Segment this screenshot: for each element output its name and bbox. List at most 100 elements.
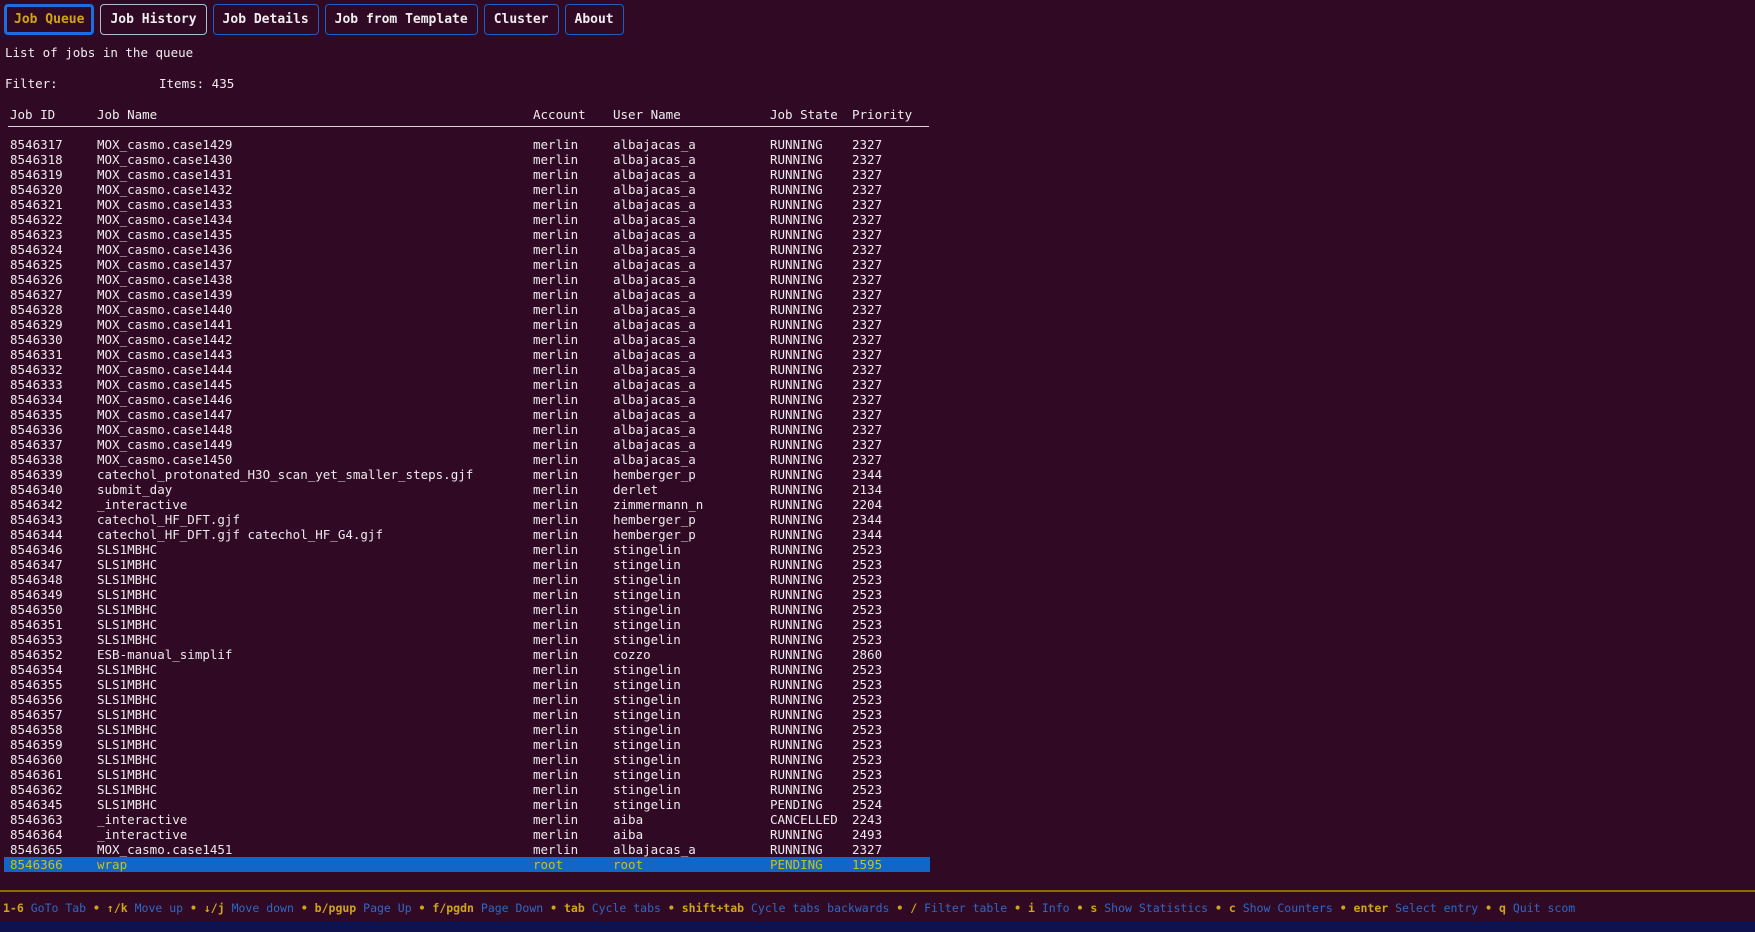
table-row[interactable]: 8546356SLS1MBHCmerlinstingelinRUNNING252… [4,692,930,707]
table-row[interactable]: 8546338MOX_casmo.case1450merlinalbajacas… [4,452,930,467]
table-row[interactable]: 8546352ESB-manual_simplifmerlincozzoRUNN… [4,647,930,662]
bullet-separator: • [1208,901,1229,915]
cell-job-state: RUNNING [770,242,823,257]
table-row[interactable]: 8546345SLS1MBHCmerlinstingelinPENDING252… [4,797,930,812]
table-row[interactable]: 8546328MOX_casmo.case1440merlinalbajacas… [4,302,930,317]
cell-job-id: 8546349 [10,587,63,602]
table-row[interactable]: 8546340submit_daymerlinderletRUNNING2134 [4,482,930,497]
table-row[interactable]: 8546332MOX_casmo.case1444merlinalbajacas… [4,362,930,377]
cell-job-name: wrap [97,857,127,872]
table-row[interactable]: 8546355SLS1MBHCmerlinstingelinRUNNING252… [4,677,930,692]
cell-account: merlin [533,347,578,362]
table-row[interactable]: 8546353SLS1MBHCmerlinstingelinRUNNING252… [4,632,930,647]
table-row[interactable]: 8546325MOX_casmo.case1437merlinalbajacas… [4,257,930,272]
bullet-separator: • [294,901,315,915]
tab-cluster[interactable]: Cluster [484,4,559,35]
cell-job-id: 8546327 [10,287,63,302]
shortcut-description: Page Up [363,901,411,915]
table-row[interactable]: 8546350SLS1MBHCmerlinstingelinRUNNING252… [4,602,930,617]
cell-job-state: RUNNING [770,662,823,677]
table-row[interactable]: 8546357SLS1MBHCmerlinstingelinRUNNING252… [4,707,930,722]
table-row[interactable]: 8546337MOX_casmo.case1449merlinalbajacas… [4,437,930,452]
table-row[interactable]: 8546364_interactivemerlinaibaRUNNING2493 [4,827,930,842]
tab-about[interactable]: About [565,4,624,35]
table-row[interactable]: 8546348SLS1MBHCmerlinstingelinRUNNING252… [4,572,930,587]
cell-account: merlin [533,587,578,602]
table-row[interactable]: 8546362SLS1MBHCmerlinstingelinRUNNING252… [4,782,930,797]
table-row[interactable]: 8546322MOX_casmo.case1434merlinalbajacas… [4,212,930,227]
table-row[interactable]: 8546361SLS1MBHCmerlinstingelinRUNNING252… [4,767,930,782]
table-row[interactable]: 8546334MOX_casmo.case1446merlinalbajacas… [4,392,930,407]
tab-job-details[interactable]: Job Details [213,4,319,35]
table-row[interactable]: 8546330MOX_casmo.case1442merlinalbajacas… [4,332,930,347]
cell-job-name: MOX_casmo.case1429 [97,137,232,152]
items-count: Items: 435 [159,76,234,91]
table-row[interactable]: 8546331MOX_casmo.case1443merlinalbajacas… [4,347,930,362]
cell-job-id: 8546358 [10,722,63,737]
table-row[interactable]: 8546354SLS1MBHCmerlinstingelinRUNNING252… [4,662,930,677]
table-row[interactable]: 8546336MOX_casmo.case1448merlinalbajacas… [4,422,930,437]
table-row[interactable]: 8546323MOX_casmo.case1435merlinalbajacas… [4,227,930,242]
cell-user-name: albajacas_a [613,362,696,377]
cell-user-name: zimmermann_n [613,497,703,512]
cell-user-name: stingelin [613,632,681,647]
table-row[interactable]: 8546359SLS1MBHCmerlinstingelinRUNNING252… [4,737,930,752]
table-row[interactable]: 8546319MOX_casmo.case1431merlinalbajacas… [4,167,930,182]
tab-job-queue[interactable]: Job Queue [4,4,94,35]
cell-user-name: albajacas_a [613,392,696,407]
cell-job-state: RUNNING [770,602,823,617]
table-row[interactable]: 8546360SLS1MBHCmerlinstingelinRUNNING252… [4,752,930,767]
table-row[interactable]: 8546327MOX_casmo.case1439merlinalbajacas… [4,287,930,302]
cell-job-id: 8546338 [10,452,63,467]
table-row[interactable]: 8546344catechol_HF_DFT.gjf catechol_HF_G… [4,527,930,542]
table-row[interactable]: 8546333MOX_casmo.case1445merlinalbajacas… [4,377,930,392]
cell-user-name: root [613,857,643,872]
cell-user-name: albajacas_a [613,302,696,317]
cell-job-id: 8546344 [10,527,63,542]
cell-user-name: stingelin [613,707,681,722]
tab-job-from-template[interactable]: Job from Template [325,4,478,35]
table-row[interactable]: 8546320MOX_casmo.case1432merlinalbajacas… [4,182,930,197]
cell-job-id: 8546332 [10,362,63,377]
table-row[interactable]: 8546339catechol_protonated_H3O_scan_yet_… [4,467,930,482]
filter-row: Filter: Items: 435 [0,76,1755,91]
table-row[interactable]: 8546349SLS1MBHCmerlinstingelinRUNNING252… [4,587,930,602]
table-row[interactable]: 8546363_interactivemerlinaibaCANCELLED22… [4,812,930,827]
table-row[interactable]: 8546346SLS1MBHCmerlinstingelinRUNNING252… [4,542,930,557]
table-row[interactable]: 8546321MOX_casmo.case1433merlinalbajacas… [4,197,930,212]
cell-account: merlin [533,407,578,422]
cell-job-id: 8546323 [10,227,63,242]
cell-account: merlin [533,737,578,752]
cell-job-state: RUNNING [770,782,823,797]
shortcut-key: c [1229,901,1236,915]
tab-job-history[interactable]: Job History [100,4,206,35]
table-row[interactable]: 8546329MOX_casmo.case1441merlinalbajacas… [4,317,930,332]
cell-account: merlin [533,842,578,857]
cell-user-name: aiba [613,812,643,827]
table-row[interactable]: 8546351SLS1MBHCmerlinstingelinRUNNING252… [4,617,930,632]
cell-job-id: 8546363 [10,812,63,827]
cell-job-id: 8546325 [10,257,63,272]
cell-user-name: albajacas_a [613,197,696,212]
cell-account: merlin [533,272,578,287]
table-row[interactable]: 8546326MOX_casmo.case1438merlinalbajacas… [4,272,930,287]
cell-job-id: 8546335 [10,407,63,422]
table-row[interactable]: 8546342_interactivemerlinzimmermann_nRUN… [4,497,930,512]
table-row[interactable]: 8546317MOX_casmo.case1429merlinalbajacas… [4,137,930,152]
table-row[interactable]: 8546324MOX_casmo.case1436merlinalbajacas… [4,242,930,257]
cell-job-state: RUNNING [770,767,823,782]
table-row[interactable]: 8546335MOX_casmo.case1447merlinalbajacas… [4,407,930,422]
table-row[interactable]: 8546347SLS1MBHCmerlinstingelinRUNNING252… [4,557,930,572]
terminal-screen: Job QueueJob HistoryJob DetailsJob from … [0,0,1755,932]
cell-job-name: SLS1MBHC [97,737,157,752]
cell-account: merlin [533,722,578,737]
table-row[interactable]: 8546318MOX_casmo.case1430merlinalbajacas… [4,152,930,167]
table-row[interactable]: 8546365MOX_casmo.case1451merlinalbajacas… [4,842,930,857]
cell-job-id: 8546333 [10,377,63,392]
column-header-job-id: Job ID [10,107,55,122]
table-row[interactable]: 8546358SLS1MBHCmerlinstingelinRUNNING252… [4,722,930,737]
table-row[interactable]: 8546366wraprootrootPENDING1595 [4,857,930,872]
cell-priority: 2327 [852,167,882,182]
cell-priority: 2327 [852,347,882,362]
table-row[interactable]: 8546343catechol_HF_DFT.gjfmerlinhemberge… [4,512,930,527]
